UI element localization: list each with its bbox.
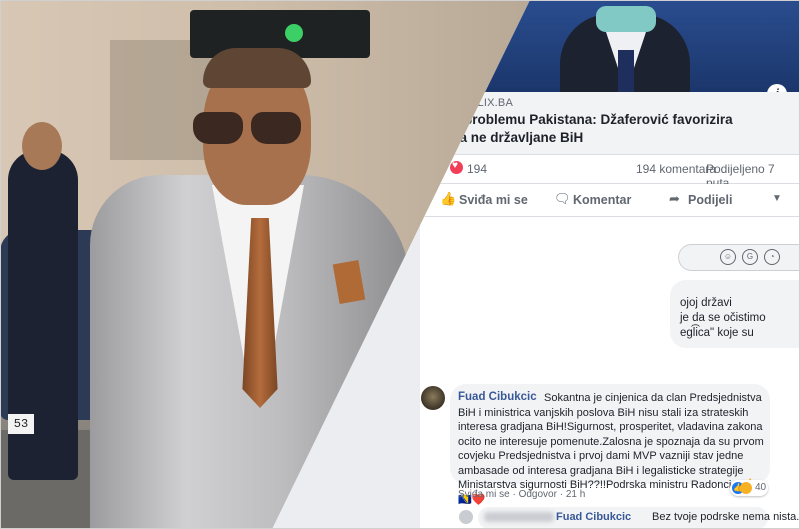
- reply-text: Bez tvoje podrske nema nista.: [652, 511, 800, 523]
- license-plate: 53: [8, 414, 34, 434]
- blurred-name: [484, 512, 554, 522]
- previous-comment-text: ojoj državi je da se očistimo egl͡ica" k…: [680, 297, 766, 339]
- comment-time[interactable]: 21 h: [566, 489, 585, 500]
- sticker-icon[interactable]: ◔: [764, 249, 780, 265]
- bystander-head: [22, 122, 62, 170]
- article-headline[interactable]: o problemu Pakistana: Džaferović favoriz…: [452, 111, 752, 147]
- comment-icon[interactable]: 🗨: [554, 192, 571, 206]
- avatar[interactable]: [421, 386, 445, 410]
- green-lamp: [285, 24, 303, 42]
- emoji-icon[interactable]: ☺: [720, 249, 736, 265]
- hair: [203, 48, 311, 88]
- comment-like-link[interactable]: Sviđa mi se: [458, 489, 510, 500]
- share-icon[interactable]: ➦: [669, 192, 683, 206]
- face-mask: [596, 6, 656, 32]
- headline-text: o problemu Pakistana: Džaferović favoriz…: [452, 112, 733, 145]
- haha-reaction-icon: [740, 482, 752, 494]
- sunglasses: [193, 112, 305, 146]
- tie: [618, 50, 634, 92]
- reply-avatar[interactable]: [459, 510, 473, 524]
- comment-button[interactable]: Komentar: [573, 193, 631, 207]
- comment-reactions[interactable]: 👍 40: [730, 480, 768, 496]
- chevron-down-icon[interactable]: ▼: [772, 192, 786, 206]
- share-button[interactable]: Podijeli: [688, 193, 732, 207]
- comments-count[interactable]: 194 komentara: [636, 162, 716, 176]
- like-button[interactable]: Sviđa mi se: [459, 193, 528, 207]
- comment-reply-link[interactable]: Odgovor: [519, 489, 557, 500]
- comment-meta: Sviđa mi se · Odgovor · 21 h: [458, 489, 586, 500]
- comment-reaction-count: 40: [755, 482, 767, 493]
- gif-icon[interactable]: G: [742, 249, 758, 265]
- reply-mention[interactable]: Fuad Cibukcic: [556, 511, 631, 523]
- love-reaction-icon[interactable]: [450, 160, 463, 174]
- reaction-count[interactable]: 194: [467, 162, 487, 176]
- comment-input[interactable]: [678, 244, 800, 271]
- thumbs-up-icon[interactable]: 👍: [440, 192, 456, 206]
